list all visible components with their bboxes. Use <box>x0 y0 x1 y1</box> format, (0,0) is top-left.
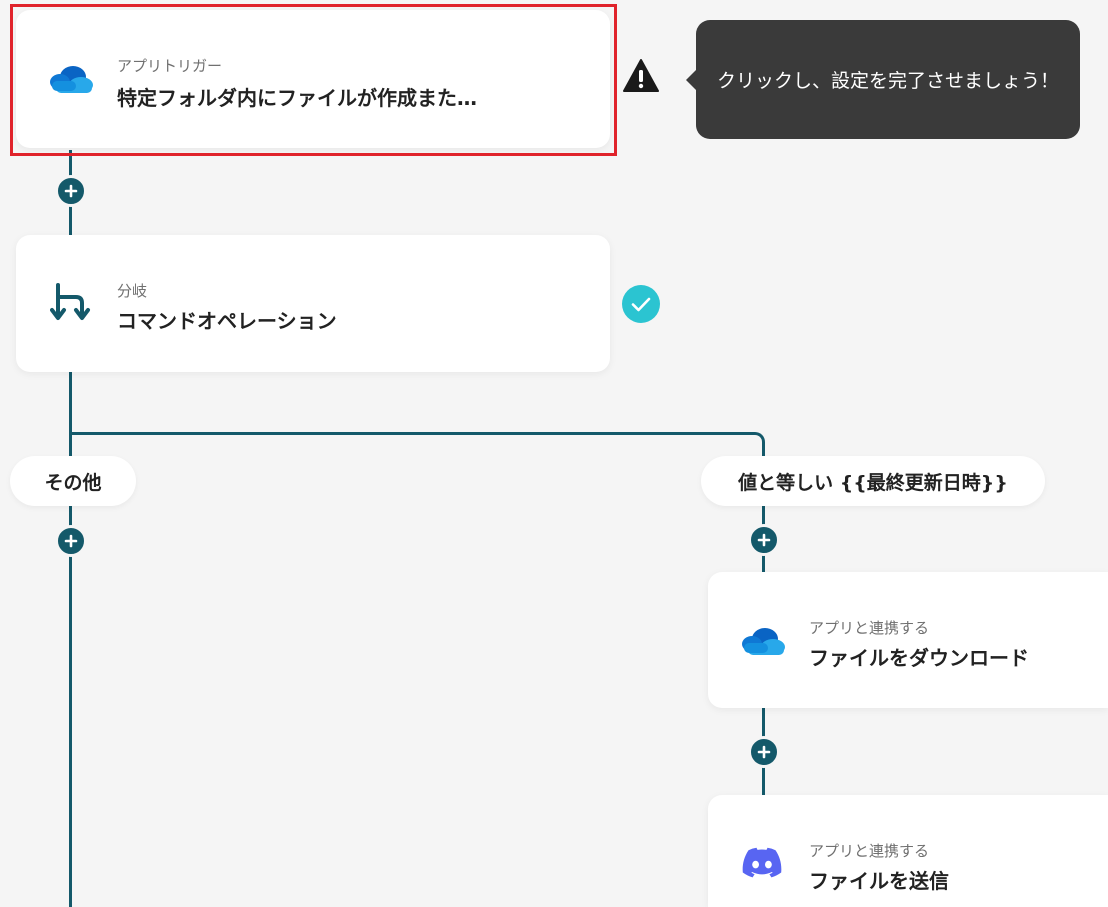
warning-icon <box>622 58 660 94</box>
download-file-card[interactable]: アプリと連携する ファイルをダウンロード <box>708 572 1108 708</box>
send-file-card[interactable]: アプリと連携する ファイルを送信 <box>708 795 1108 907</box>
discord-icon <box>742 847 782 879</box>
onedrive-icon <box>48 63 94 95</box>
add-step-button[interactable] <box>55 525 87 557</box>
branch-label-other[interactable]: その他 <box>10 456 136 506</box>
branch-label-other-text: その他 <box>44 471 102 494</box>
download-sub-label: アプリと連携する <box>809 619 930 637</box>
download-title: ファイルをダウンロード <box>809 646 1029 670</box>
check-icon <box>622 285 660 323</box>
trigger-card[interactable]: アプリトリガー 特定フォルダ内にファイルが作成また… <box>16 10 610 148</box>
add-step-button[interactable] <box>748 524 780 556</box>
branch-label-equals[interactable]: 値と等しい {{最終更新日時}} <box>701 456 1045 506</box>
trigger-sub-label: アプリトリガー <box>117 57 223 75</box>
setup-tooltip: クリックし、設定を完了させましょう！ <box>686 20 1080 139</box>
branch-sub-label: 分岐 <box>117 282 148 300</box>
onedrive-icon <box>740 625 786 657</box>
branch-connector-line <box>69 432 755 435</box>
branch-card[interactable]: 分岐 コマンドオペレーション <box>16 235 610 372</box>
send-sub-label: アプリと連携する <box>809 842 930 860</box>
branch-title: コマンドオペレーション <box>117 309 337 333</box>
branch-label-equals-text: 値と等しい {{最終更新日時}} <box>738 471 1008 494</box>
flow-canvas: アプリトリガー 特定フォルダ内にファイルが作成また… クリックし、設定を完了させ… <box>0 0 1108 907</box>
trigger-title: 特定フォルダ内にファイルが作成また… <box>117 86 477 110</box>
branch-icon <box>50 283 92 323</box>
tooltip-text: クリックし、設定を完了させましょう！ <box>716 70 1059 92</box>
add-step-button[interactable] <box>55 175 87 207</box>
connector-line <box>69 372 72 907</box>
send-title: ファイルを送信 <box>809 869 949 893</box>
add-step-button[interactable] <box>748 736 780 768</box>
